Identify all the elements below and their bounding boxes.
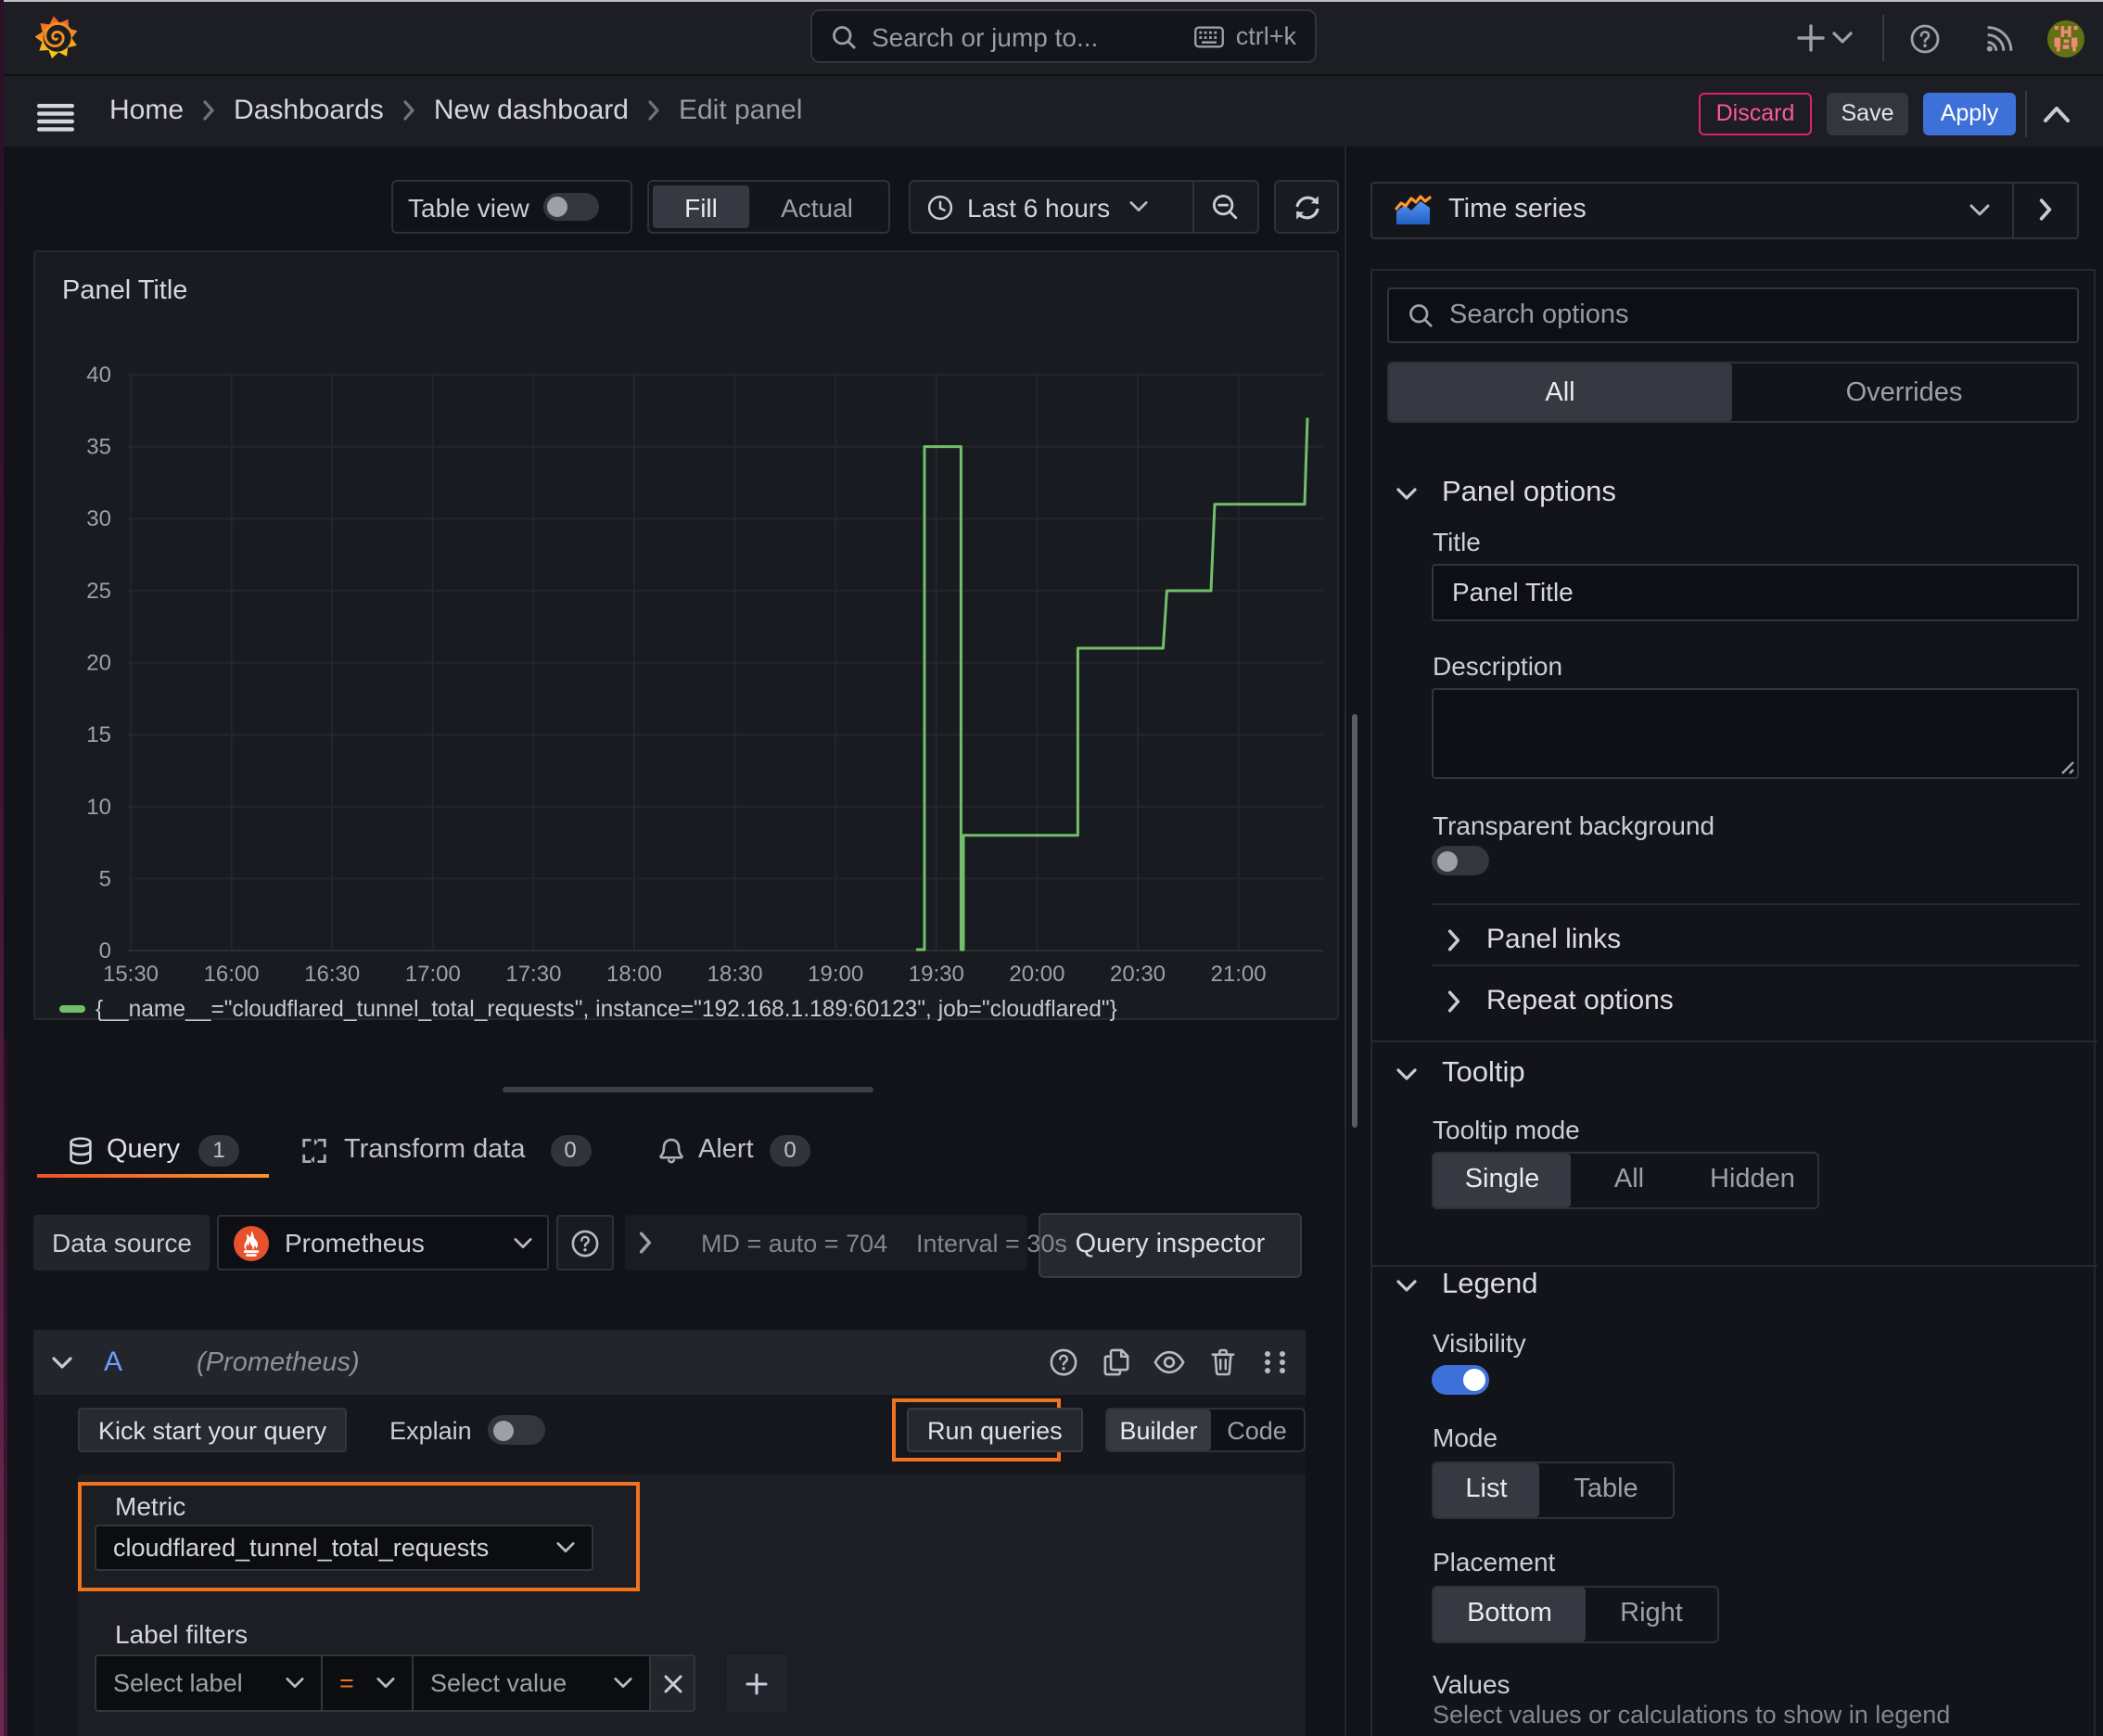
- svg-text:16:00: 16:00: [203, 962, 259, 987]
- svg-text:18:00: 18:00: [605, 962, 661, 987]
- svg-text:18:30: 18:30: [707, 962, 762, 987]
- svg-text:5: 5: [98, 866, 110, 891]
- svg-text:40: 40: [85, 363, 110, 388]
- svg-text:19:30: 19:30: [908, 962, 963, 987]
- svg-text:20:30: 20:30: [1109, 962, 1165, 987]
- svg-text:16:30: 16:30: [303, 962, 359, 987]
- svg-text:20:00: 20:00: [1008, 962, 1064, 987]
- svg-text:19:00: 19:00: [807, 962, 862, 987]
- svg-text:17:30: 17:30: [504, 962, 560, 987]
- svg-text:30: 30: [85, 506, 110, 531]
- svg-text:15: 15: [85, 722, 110, 747]
- svg-text:10: 10: [85, 795, 110, 820]
- svg-text:35: 35: [85, 435, 110, 460]
- svg-text:17:00: 17:00: [404, 962, 460, 987]
- svg-text:15:30: 15:30: [102, 962, 158, 987]
- svg-text:25: 25: [85, 579, 110, 604]
- svg-text:0: 0: [98, 938, 110, 964]
- svg-text:21:00: 21:00: [1210, 962, 1266, 987]
- svg-text:20: 20: [85, 651, 110, 676]
